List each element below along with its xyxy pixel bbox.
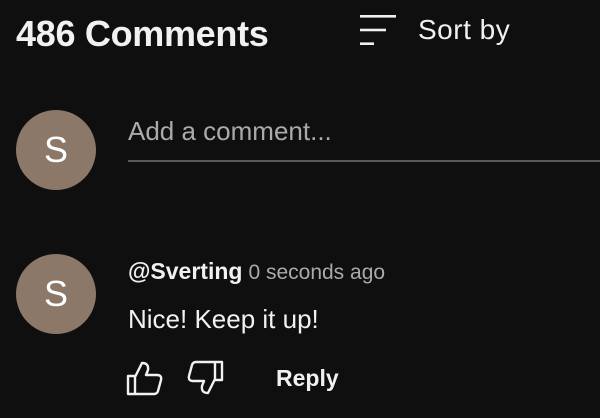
comment-meta: @Sverting 0 seconds ago xyxy=(128,252,588,290)
comment-timestamp[interactable]: 0 seconds ago xyxy=(248,261,385,284)
thumbs-down-icon xyxy=(187,360,224,395)
comment-item: @Sverting 0 seconds ago Nice! Keep it up! xyxy=(128,252,588,336)
sort-by-label: Sort by xyxy=(418,14,511,45)
add-comment-input[interactable] xyxy=(128,108,600,154)
comment-author-avatar[interactable]: S xyxy=(16,254,96,334)
comment-count-title: 486 Comments xyxy=(16,13,269,54)
current-user-avatar[interactable]: S xyxy=(16,110,96,190)
thumbs-up-icon xyxy=(126,361,163,396)
comments-header: 486 Comments Sort by xyxy=(0,0,600,70)
reply-button[interactable]: Reply xyxy=(276,358,339,398)
add-comment-field[interactable] xyxy=(128,108,600,162)
comment-actions: Reply xyxy=(124,358,339,398)
like-button[interactable] xyxy=(124,358,164,398)
avatar-initial: S xyxy=(43,129,68,170)
sort-by-button[interactable]: Sort by xyxy=(358,12,510,48)
dislike-button[interactable] xyxy=(186,358,226,398)
comment-author[interactable]: @Sverting xyxy=(128,258,242,284)
comment-text: Nice! Keep it up! xyxy=(128,304,319,334)
avatar-initial: S xyxy=(43,273,68,314)
sort-lines-icon xyxy=(360,15,396,45)
